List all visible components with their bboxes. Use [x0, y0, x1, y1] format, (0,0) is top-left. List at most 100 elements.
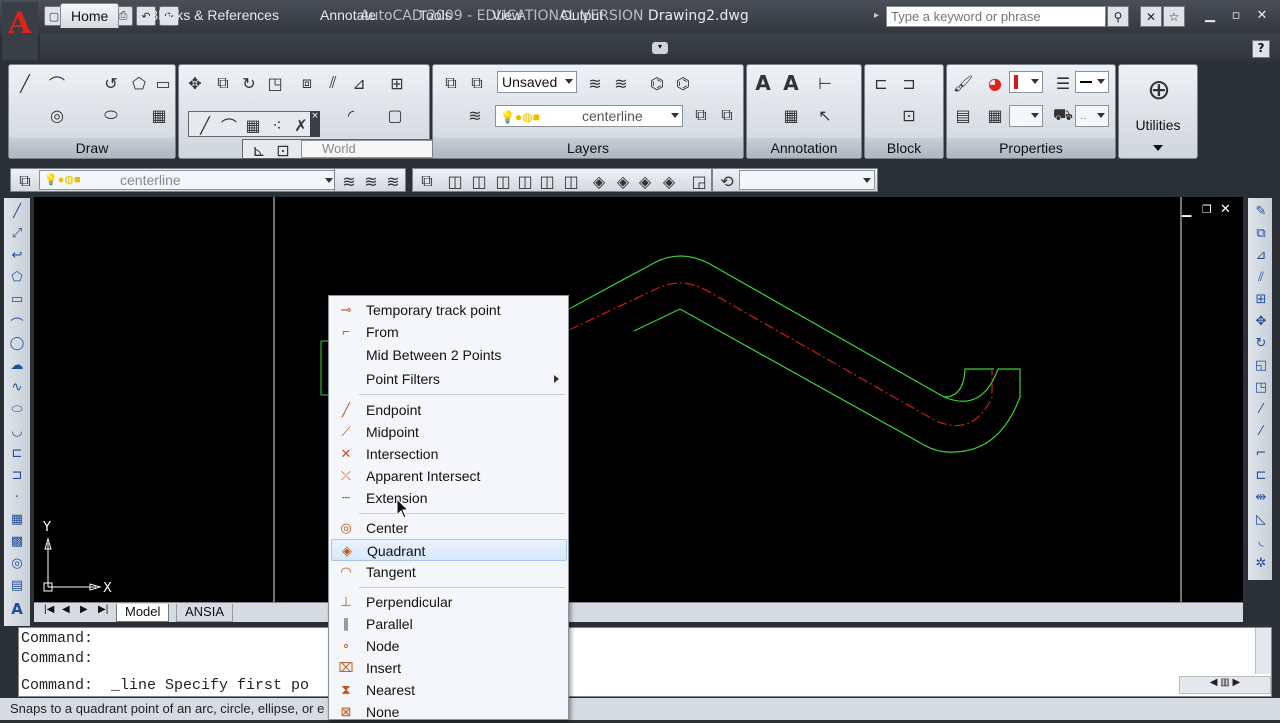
explode-icon[interactable]: ✲: [1251, 556, 1271, 576]
lineweight-combo[interactable]: [1075, 71, 1109, 93]
layer-properties-icon[interactable]: ⧉: [439, 71, 463, 95]
fillet-icon[interactable]: ◜: [339, 103, 363, 127]
move-icon[interactable]: ✥: [1251, 314, 1271, 334]
ucs-named-icon[interactable]: ⊡: [271, 138, 295, 162]
make-current-layer-icon[interactable]: ≋: [337, 169, 361, 193]
arc-icon[interactable]: ⌒: [7, 314, 27, 334]
menu-item-insert[interactable]: ⌧ Insert: [331, 657, 567, 679]
multiline-text-icon[interactable]: A: [7, 600, 27, 620]
command-scrollbar[interactable]: [1255, 628, 1271, 674]
copy-icon[interactable]: ⧉: [211, 71, 235, 95]
prev-tab-icon[interactable]: ◀: [56, 604, 76, 622]
copy-icon[interactable]: ⧉: [1251, 226, 1271, 246]
layers-panel-title[interactable]: Layers: [433, 138, 743, 158]
drawing-canvas[interactable]: Y X ▁ ❐ ✕: [34, 197, 1243, 602]
layer-isolate-icon[interactable]: ⌬: [645, 71, 669, 95]
tab-model[interactable]: Model: [116, 604, 170, 622]
close-window-button[interactable]: ✕: [1252, 8, 1272, 26]
view-combo[interactable]: [739, 170, 875, 190]
ellipse-arc-icon[interactable]: ◡: [7, 424, 27, 444]
polygon-icon[interactable]: ⬠: [127, 71, 151, 95]
annotation-panel-title[interactable]: Annotation: [747, 138, 861, 158]
text-icon[interactable]: A: [751, 71, 775, 95]
polyline-icon[interactable]: ⌒: [217, 113, 241, 137]
ellipse-icon[interactable]: ⬭: [99, 103, 123, 127]
viewport-restore-button[interactable]: ❐: [1202, 203, 1212, 216]
trim-icon[interactable]: ⁄: [1251, 402, 1271, 422]
join-icon[interactable]: ⇹: [1251, 490, 1271, 510]
plot-style-combo[interactable]: ..: [1075, 105, 1109, 127]
color-combo[interactable]: [1009, 71, 1043, 93]
menu-item-tangent[interactable]: ◠ Tangent: [331, 561, 567, 583]
rectangle-icon[interactable]: ▭: [151, 71, 175, 95]
panel-expand-icon[interactable]: [1153, 145, 1163, 151]
fillet-icon[interactable]: ◟: [1251, 534, 1271, 554]
minimize-window-button[interactable]: ▁: [1200, 8, 1220, 26]
break-icon[interactable]: ⊏: [1251, 468, 1271, 488]
tab-output[interactable]: Output: [551, 3, 613, 28]
layer-states-icon[interactable]: ⧉: [465, 71, 489, 95]
front-view-icon[interactable]: ◫: [535, 169, 559, 193]
search-input[interactable]: [886, 6, 1106, 27]
layer-match-icon[interactable]: ⧉: [689, 103, 713, 127]
tab-blocks-references[interactable]: Blocks & References: [139, 3, 289, 28]
utilities-panel-title[interactable]: Utilities: [1119, 117, 1197, 133]
bottom-view-icon[interactable]: ◫: [467, 169, 491, 193]
search-icon[interactable]: ⚲: [1107, 6, 1129, 27]
erase-icon[interactable]: ✎: [1251, 204, 1271, 224]
draw-panel-title[interactable]: Draw: [9, 138, 175, 158]
command-window[interactable]: Command: Command: Command: _line Specify…: [18, 627, 1272, 697]
menu-item-from[interactable]: ⌐ From: [331, 321, 567, 343]
plot-style-icon[interactable]: ⛟: [1051, 103, 1075, 127]
menu-item-point-filters[interactable]: Point Filters: [331, 368, 567, 390]
properties-panel-title[interactable]: Properties: [947, 138, 1115, 158]
command-prompt-line[interactable]: Command: _line Specify first po: [21, 677, 309, 694]
match-properties-icon[interactable]: 🖌: [951, 71, 975, 95]
insert-block-icon[interactable]: ⊏: [869, 71, 893, 95]
menu-item-endpoint[interactable]: ╱ Endpoint: [331, 399, 567, 421]
rotate-icon[interactable]: ↻: [1251, 336, 1271, 356]
communication-icon[interactable]: ✕: [1140, 6, 1162, 27]
stretch-icon[interactable]: ◳: [263, 71, 287, 95]
layer-walk-icon[interactable]: ≋: [381, 169, 405, 193]
menu-item-midpoint[interactable]: ⟋ Midpoint: [331, 421, 567, 443]
camera-icon[interactable]: ◲: [687, 169, 711, 193]
layer-unisolate-icon[interactable]: ⌬: [671, 71, 695, 95]
viewport-minimize-button[interactable]: ▁: [1182, 203, 1191, 217]
block-panel-title[interactable]: Block: [865, 138, 943, 158]
menu-item-apparent-intersect[interactable]: ⤫ Apparent Intersect: [331, 465, 567, 487]
stretch-icon[interactable]: ◳: [1251, 380, 1271, 400]
offset-icon[interactable]: ⫽: [1251, 270, 1271, 290]
insert-block-icon[interactable]: ⊏: [7, 446, 27, 466]
point-icon[interactable]: ⁖: [265, 113, 289, 137]
menu-item-mid-between-2-points[interactable]: Mid Between 2 Points: [331, 344, 567, 366]
layer-previous-icon[interactable]: ≋: [583, 71, 607, 95]
circle-icon[interactable]: ◎: [45, 103, 69, 127]
favorites-icon[interactable]: ☆: [1163, 6, 1185, 27]
multiline-text-icon[interactable]: A: [779, 71, 803, 95]
hatch-icon[interactable]: ▦: [147, 103, 171, 127]
layer-toolbar-combo[interactable]: 💡●◍■ centerline: [39, 170, 337, 190]
menu-item-perpendicular[interactable]: ⊥ Perpendicular: [331, 591, 567, 613]
circle-icon[interactable]: ◯: [7, 336, 27, 356]
polyline-icon[interactable]: ↩: [7, 248, 27, 268]
left-view-icon[interactable]: ◫: [491, 169, 515, 193]
menu-item-nearest[interactable]: ⧗ Nearest: [331, 679, 567, 701]
tab-annotate[interactable]: Annotate: [310, 3, 386, 28]
array-icon[interactable]: ⊞: [385, 71, 409, 95]
zoom-extents-icon[interactable]: ⊕: [1141, 71, 1177, 107]
mirror-icon[interactable]: ⊿: [347, 71, 371, 95]
array-icon[interactable]: ⊞: [1251, 292, 1271, 312]
scale-icon[interactable]: ◱: [1251, 358, 1271, 378]
menu-item-parallel[interactable]: ∥ Parallel: [331, 613, 567, 635]
viewport-close-button[interactable]: ✕: [1220, 202, 1231, 217]
tab-home[interactable]: Home: [60, 3, 120, 28]
tab-ansia[interactable]: ANSIA: [176, 604, 234, 622]
rotate-icon[interactable]: ↻: [237, 71, 261, 95]
next-tab-icon[interactable]: ▶: [74, 604, 94, 622]
create-block-icon[interactable]: ⊐: [897, 71, 921, 95]
table-icon[interactable]: ▤: [7, 578, 27, 598]
search-expand-icon[interactable]: ▸: [874, 10, 879, 21]
restore-window-button[interactable]: ▫: [1226, 8, 1246, 26]
break-at-point-icon[interactable]: ⌐: [1251, 446, 1271, 466]
